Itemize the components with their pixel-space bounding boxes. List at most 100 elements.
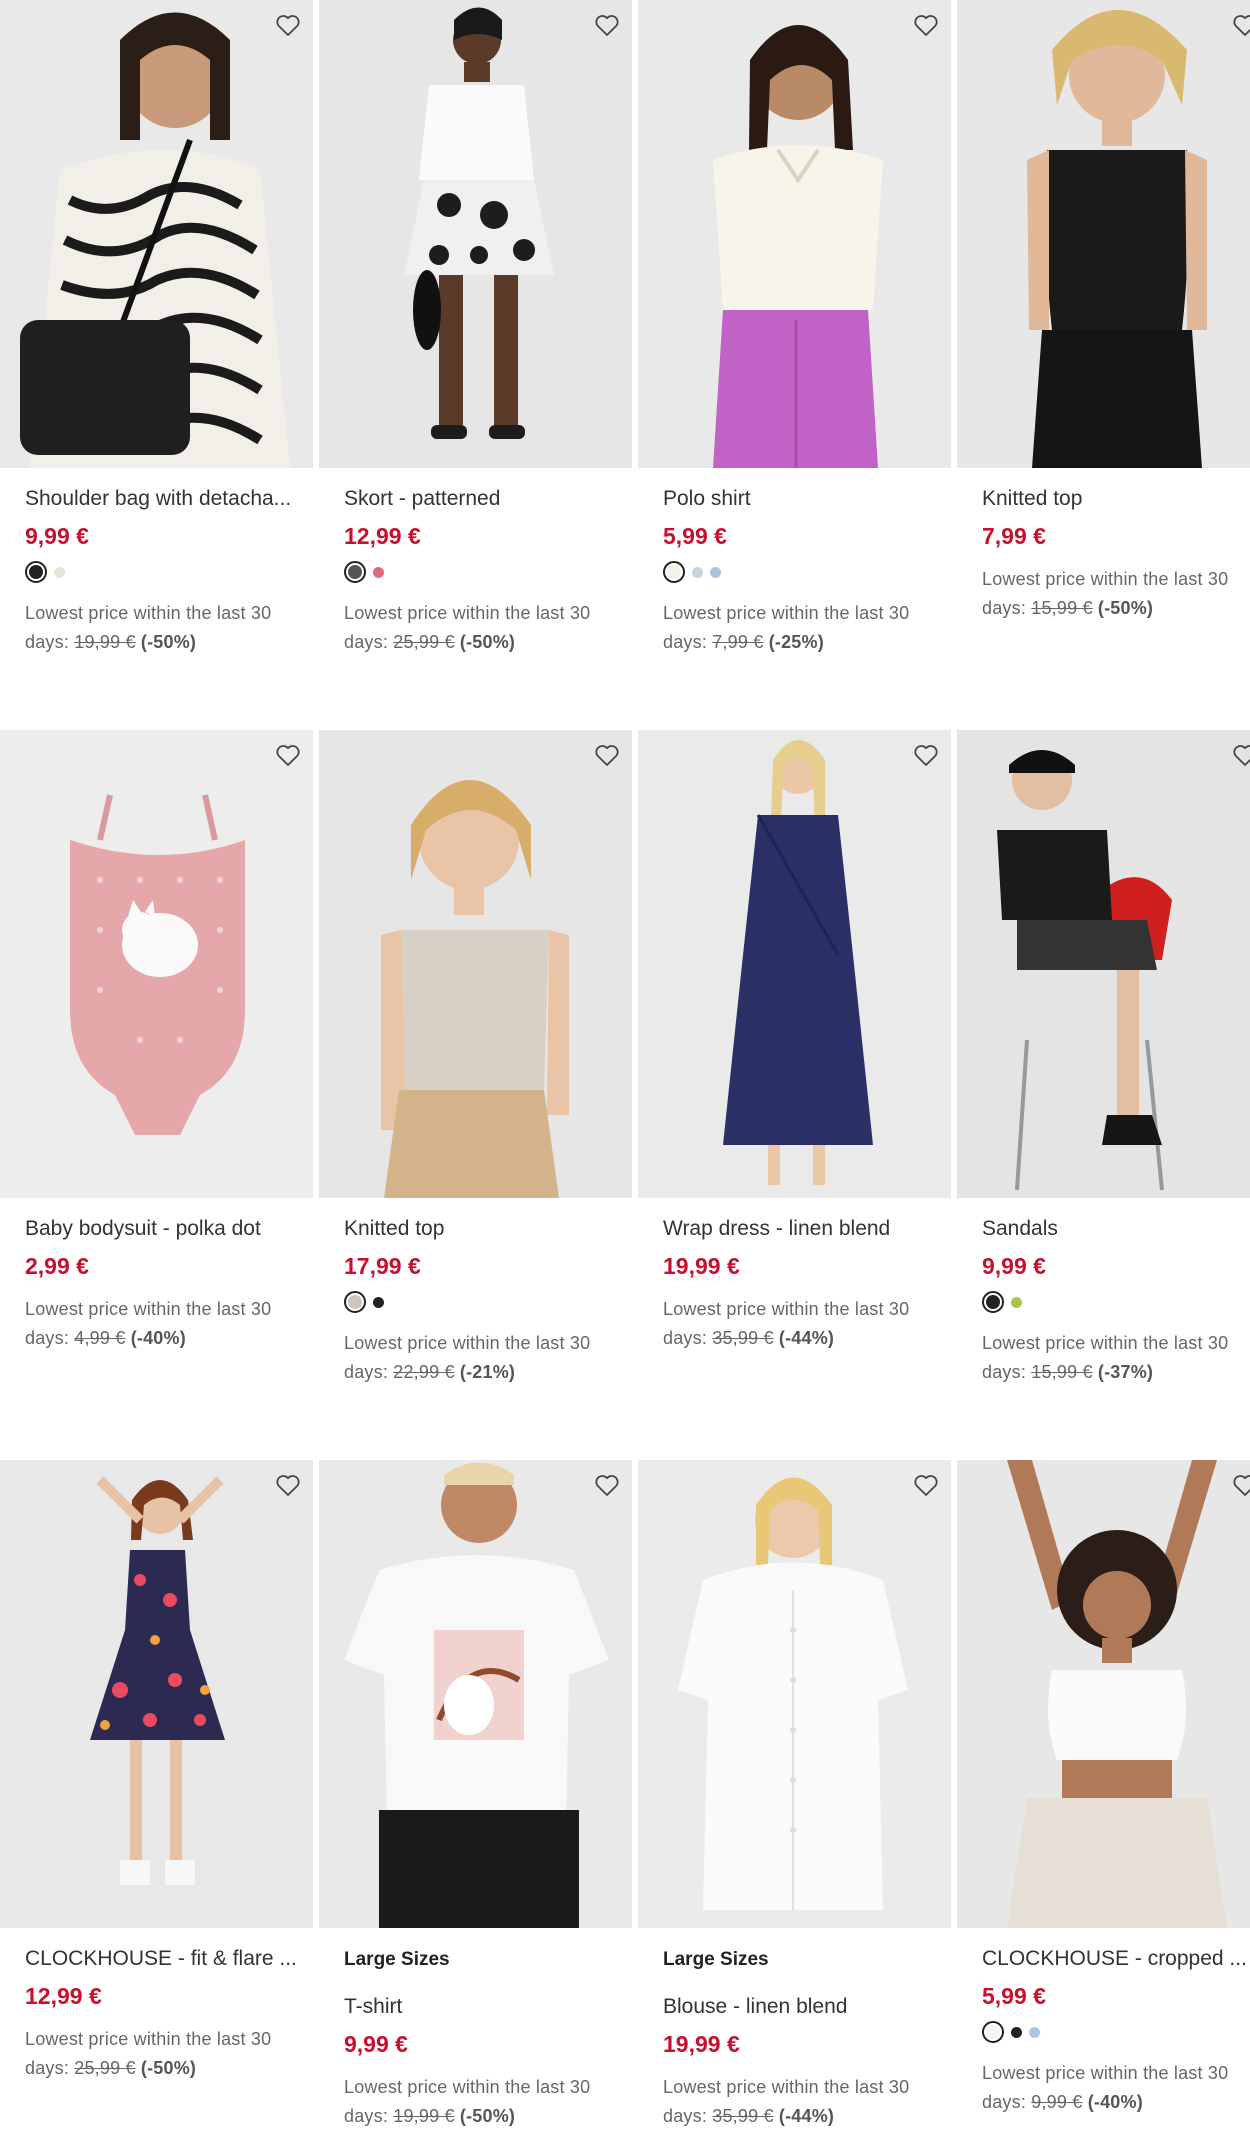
old-price: 25,99 € [74,2058,136,2078]
product-title[interactable]: CLOCKHOUSE - cropped ... [982,1945,1250,1973]
days-label: days: [663,632,708,652]
product-info: CLOCKHOUSE - cropped ... 5,99 € Lowest pr… [982,1945,1250,2117]
product-title[interactable]: Shoulder bag with detacha... [25,485,305,513]
lowest-price-label: Lowest price within the last 30 [982,2063,1229,2083]
product-price: 9,99 € [344,2031,408,2057]
days-label: days: [344,2106,389,2126]
product-price: 2,99 € [25,1253,89,1279]
color-swatch[interactable] [692,566,703,578]
color-swatch-selected[interactable] [344,561,366,583]
size-badge: Large Sizes [344,1949,450,1970]
product-price: 12,99 € [344,523,421,549]
discount-percent: (-25%) [768,632,824,652]
color-swatch-selected[interactable] [344,1291,366,1313]
product-title[interactable]: Sandals [982,1215,1250,1243]
old-price: 35,99 € [712,1328,774,1348]
color-swatches [982,1289,1250,1315]
product-image[interactable] [0,0,313,468]
color-swatch[interactable] [1029,2026,1040,2038]
product-price: 5,99 € [663,523,727,549]
wishlist-heart-icon[interactable] [1230,10,1250,40]
days-label: days: [663,2106,708,2126]
product-title[interactable]: T-shirt [344,1993,624,2021]
product-info: Sandals 9,99 € Lowest price within the la… [982,1215,1250,1387]
wishlist-heart-icon[interactable] [273,1470,303,1500]
product-image[interactable] [319,730,632,1198]
days-label: days: [982,1362,1027,1382]
product-image[interactable] [638,730,951,1198]
old-price: 35,99 € [712,2106,774,2126]
product-title[interactable]: Knitted top [982,485,1250,513]
product-info: Polo shirt 5,99 € Lowest price within the… [663,485,943,657]
product-info: Baby bodysuit - polka dot 2,99 € Lowest p… [25,1215,305,1353]
old-price: 19,99 € [393,2106,455,2126]
product-title[interactable]: Blouse - linen blend [663,1993,943,2021]
wishlist-heart-icon[interactable] [592,10,622,40]
product-image[interactable] [957,0,1250,468]
discount-percent: (-37%) [1097,1362,1154,1382]
product-price: 9,99 € [25,523,89,549]
color-swatch[interactable] [54,566,65,578]
product-image[interactable] [319,0,632,468]
color-swatches [663,559,943,585]
wishlist-heart-icon[interactable] [1230,1470,1250,1500]
lowest-price-note: Lowest price within the last 30 days: 25… [25,2025,305,2083]
product-image[interactable] [957,1460,1250,1928]
size-badge: Large Sizes [663,1949,769,1970]
product-title[interactable]: Skort - patterned [344,485,624,513]
color-swatch[interactable] [373,566,384,578]
product-image[interactable] [638,1460,951,1928]
discount-percent: (-44%) [778,2106,835,2126]
color-swatch[interactable] [710,566,721,578]
product-info: Shoulder bag with detacha... 9,99 € Lowes… [25,485,305,657]
lowest-price-label: Lowest price within the last 30 [344,2077,591,2097]
old-price: 22,99 € [393,1362,455,1382]
color-swatch-selected[interactable] [663,561,685,583]
wishlist-heart-icon[interactable] [273,10,303,40]
lowest-price-note: Lowest price within the last 30 days: 35… [663,2073,943,2131]
lowest-price-label: Lowest price within the last 30 [663,2077,910,2097]
product-image[interactable] [957,730,1250,1198]
color-swatch[interactable] [373,1296,384,1308]
lowest-price-note: Lowest price within the last 30 days: 4,… [25,1295,305,1353]
old-price: 15,99 € [1031,1362,1093,1382]
product-image[interactable] [0,730,313,1198]
color-swatch-selected[interactable] [25,561,47,583]
lowest-price-note: Lowest price within the last 30 days: 25… [344,599,624,657]
color-swatch-selected[interactable] [982,2021,1004,2043]
lowest-price-note: Lowest price within the last 30 days: 9,… [982,2059,1250,2117]
color-swatch[interactable] [1011,1296,1022,1308]
lowest-price-note: Lowest price within the last 30 days: 7,… [663,599,943,657]
wishlist-heart-icon[interactable] [911,1470,941,1500]
wishlist-heart-icon[interactable] [592,740,622,770]
product-title[interactable]: Wrap dress - linen blend [663,1215,943,1243]
days-label: days: [25,632,70,652]
lowest-price-note: Lowest price within the last 30 days: 15… [982,1329,1250,1387]
product-info: Skort - patterned 12,99 € Lowest price wi… [344,485,624,657]
days-label: days: [982,598,1027,618]
color-swatch[interactable] [1011,2026,1022,2038]
color-swatches [344,1289,624,1315]
lowest-price-label: Lowest price within the last 30 [25,1299,272,1319]
days-label: days: [982,2092,1027,2112]
product-info: Large Sizes Blouse - linen blend 19,99 € L… [663,1945,943,2131]
product-image[interactable] [638,0,951,468]
product-title[interactable]: Polo shirt [663,485,943,513]
wishlist-heart-icon[interactable] [911,10,941,40]
discount-percent: (-50%) [140,2058,197,2078]
product-title[interactable]: Knitted top [344,1215,624,1243]
discount-percent: (-50%) [140,632,197,652]
color-swatch-selected[interactable] [982,1291,1004,1313]
lowest-price-note: Lowest price within the last 30 days: 35… [663,1295,943,1353]
product-title[interactable]: CLOCKHOUSE - fit & flare ... [25,1945,305,1973]
wishlist-heart-icon[interactable] [592,1470,622,1500]
color-swatches [25,559,305,585]
wishlist-heart-icon[interactable] [911,740,941,770]
wishlist-heart-icon[interactable] [1230,740,1250,770]
product-image[interactable] [0,1460,313,1928]
product-title[interactable]: Baby bodysuit - polka dot [25,1215,305,1243]
wishlist-heart-icon[interactable] [273,740,303,770]
days-label: days: [344,1362,389,1382]
product-image[interactable] [319,1460,632,1928]
days-label: days: [25,1328,70,1348]
